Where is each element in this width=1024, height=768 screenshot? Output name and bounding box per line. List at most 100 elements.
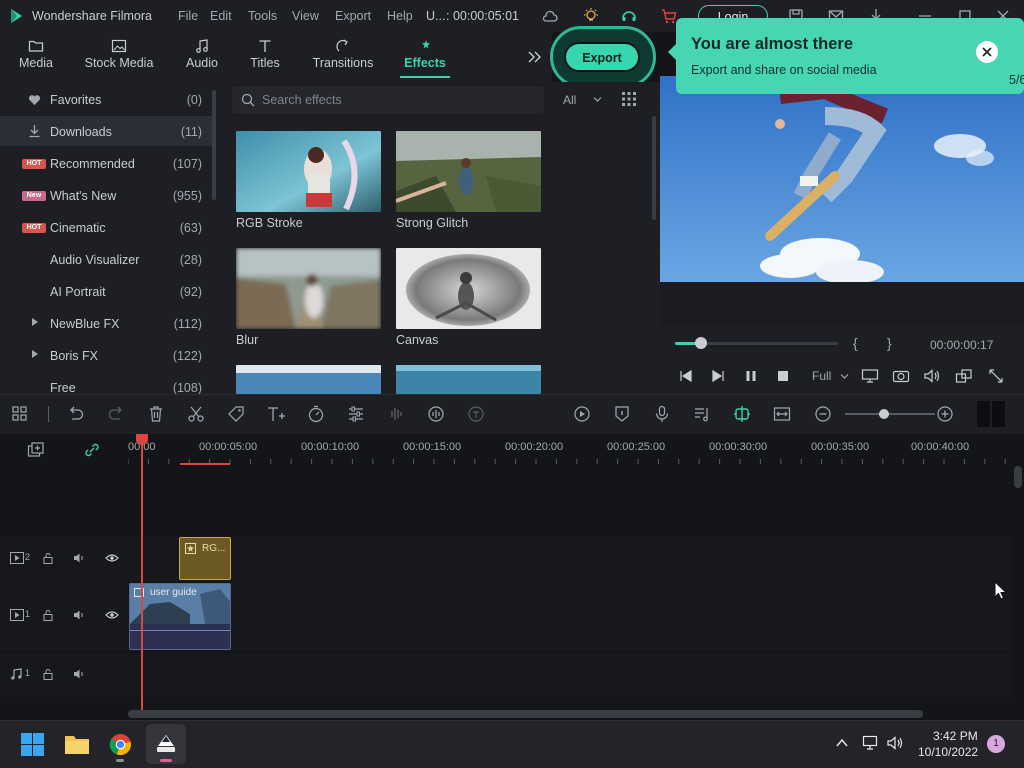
chrome-icon[interactable] [109,733,132,756]
tab-stock-media[interactable]: Stock Media [82,32,156,82]
headset-icon[interactable] [620,7,638,25]
lock-icon[interactable] [42,668,54,680]
audio-stretch-icon[interactable] [426,404,446,424]
volume-icon[interactable] [923,368,941,384]
category-downloads[interactable]: Downloads (11) [0,116,212,146]
redo-icon[interactable] [106,404,126,424]
zoom-out-icon[interactable] [813,404,833,424]
mark-out-button[interactable]: } [887,335,892,351]
display-icon[interactable] [861,368,879,384]
category-boris-fx[interactable]: Boris FX (122) [0,340,212,370]
add-text-icon[interactable] [266,404,286,424]
effects-scrollbar[interactable] [652,116,656,220]
effect-thumbnail-rgb-stroke[interactable] [236,131,381,212]
playhead[interactable] [141,440,143,710]
fullscreen-icon[interactable] [988,368,1004,384]
effect-thumbnail-partial[interactable] [236,365,381,394]
eye-icon[interactable] [105,610,119,620]
effect-thumbnail-partial[interactable] [396,365,541,394]
effect-thumbnail-blur[interactable] [236,248,381,329]
text-to-speech-icon[interactable] [466,404,486,424]
notification-badge[interactable]: 1 [987,735,1005,753]
menu-file[interactable]: File [178,9,198,23]
category-recommended[interactable]: HOT Recommended (107) [0,148,212,178]
network-icon[interactable] [862,735,880,751]
timeline-horizontal-scrollbar[interactable] [128,710,923,718]
effect-clip[interactable]: RG... [179,537,231,580]
video-clip[interactable]: user guide [129,583,231,650]
effect-thumbnail-strong-glitch[interactable] [396,131,541,212]
mark-in-button[interactable]: { [853,335,858,351]
play-icon[interactable] [711,369,725,383]
category-audio-visualizer[interactable]: Audio Visualizer (28) [0,244,212,274]
taskbar-date[interactable]: 10/10/2022 [918,745,978,759]
marker-shield-icon[interactable] [612,404,632,424]
track-video-2[interactable] [0,537,1012,581]
menu-view[interactable]: View [292,9,319,23]
filter-dropdown[interactable]: All [553,86,613,114]
scrubber-handle[interactable] [695,337,708,349]
expand-arrow-icon[interactable] [32,318,38,326]
preview-scrubber[interactable] [675,337,838,349]
tab-transitions[interactable]: Transitions [310,32,376,82]
adjust-sliders-icon[interactable] [346,404,366,424]
menu-tools[interactable]: Tools [248,9,277,23]
tab-media[interactable]: Media [14,32,58,82]
zoom-slider[interactable] [845,409,935,419]
tab-audio[interactable]: Audio [182,32,222,82]
menu-help[interactable]: Help [387,9,413,23]
category-free[interactable]: Free (108) [0,372,212,394]
video-preview[interactable] [660,76,1024,282]
search-input[interactable] [262,91,532,109]
grid-view-icon[interactable] [622,92,636,106]
sidebar-scrollbar[interactable] [212,90,216,200]
render-icon[interactable] [572,404,592,424]
windows-start-icon[interactable] [21,733,44,756]
menu-edit[interactable]: Edit [210,9,232,23]
stop-icon[interactable] [776,369,790,383]
pause-icon[interactable] [744,369,758,383]
mute-icon[interactable] [73,552,86,564]
menu-export[interactable]: Export [335,9,371,23]
timeline-vertical-scrollbar[interactable] [1014,466,1022,488]
lightbulb-icon[interactable] [582,7,600,25]
microphone-icon[interactable] [652,404,672,424]
mute-icon[interactable] [73,668,86,680]
previous-frame-icon[interactable] [679,369,693,383]
more-tabs-icon[interactable] [526,50,542,64]
cloud-icon[interactable] [541,7,559,25]
taskbar-time[interactable]: 3:42 PM [933,729,978,743]
category-newblue-fx[interactable]: NewBlue FX (112) [0,308,212,338]
delete-icon[interactable] [146,404,166,424]
auto-snap-icon[interactable] [732,404,752,424]
audio-mixer-icon[interactable] [692,404,712,424]
speed-timer-icon[interactable] [306,404,326,424]
eye-icon[interactable] [105,553,119,563]
track-audio-1[interactable] [0,653,1012,697]
zoom-slider-handle[interactable] [879,409,889,419]
category-ai-portrait[interactable]: AI Portrait (92) [0,276,212,306]
category-favorites[interactable]: Favorites (0) [0,84,212,114]
effect-thumbnail-canvas[interactable] [396,248,541,329]
chevron-up-icon[interactable] [835,737,849,749]
mute-icon[interactable] [73,609,86,621]
layout-icon[interactable] [10,404,30,424]
add-track-icon[interactable] [27,442,45,458]
tab-effects[interactable]: Effects [400,32,450,82]
link-icon[interactable] [83,442,101,458]
undo-icon[interactable] [66,404,86,424]
lock-icon[interactable] [42,609,54,621]
speaker-icon[interactable] [886,735,904,751]
tab-titles[interactable]: Titles [246,32,284,82]
split-icon[interactable] [186,404,206,424]
export-button[interactable]: Export [564,42,640,72]
tooltip-close-button[interactable] [976,41,998,63]
audio-waveform-icon[interactable] [386,404,406,424]
zoom-in-icon[interactable] [935,404,955,424]
category-cinematic[interactable]: HOT Cinematic (63) [0,212,212,242]
expand-arrow-icon[interactable] [32,350,38,358]
filmora-taskbar-button[interactable] [146,724,186,764]
category-whats-new[interactable]: New What's New (955) [0,180,212,210]
crop-tag-icon[interactable] [226,404,246,424]
timeline-settings-block[interactable] [977,401,1005,427]
